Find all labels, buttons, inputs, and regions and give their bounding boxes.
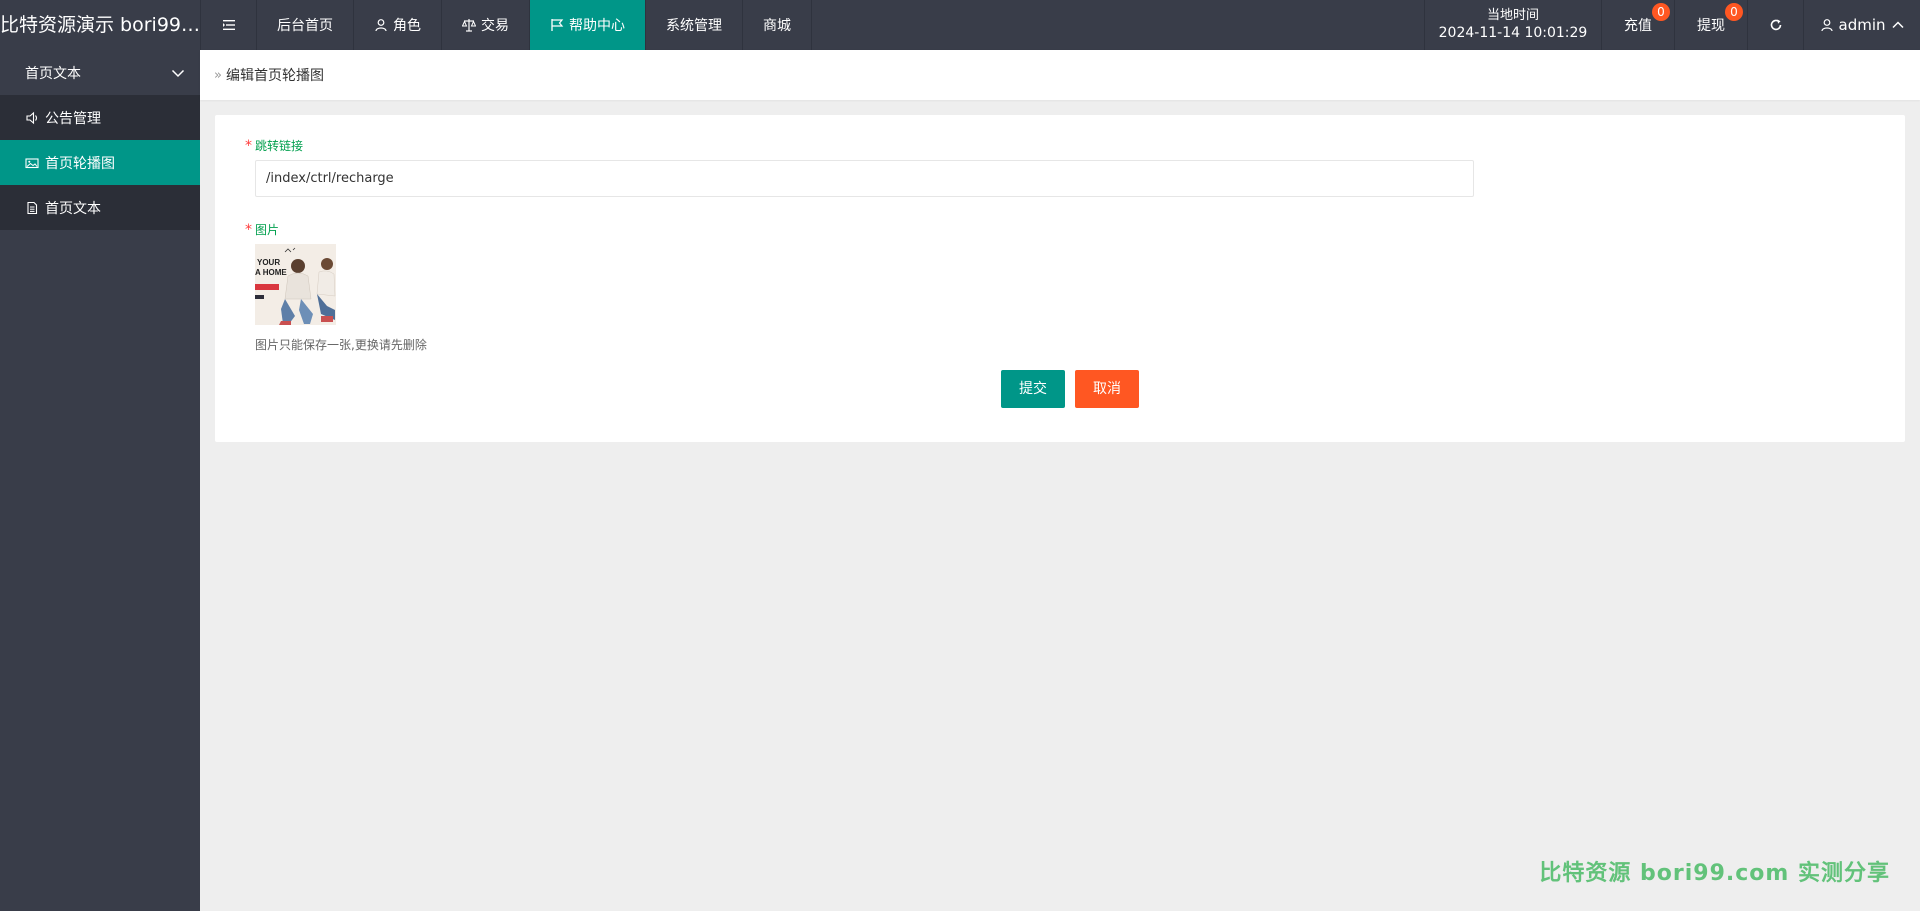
nav-label: 商城 <box>763 18 791 34</box>
sidebar-toggle-button[interactable] <box>201 0 257 50</box>
local-time-value: 2024-11-14 10:01:29 <box>1438 25 1588 42</box>
nav-item-dashboard[interactable]: 后台首页 <box>257 0 354 50</box>
carousel-image-preview <box>255 244 336 325</box>
redirect-link-input[interactable] <box>255 160 1474 197</box>
top-nav: 后台首页 角色 交易 帮助中心 系统管理 商城 <box>200 0 812 50</box>
link-field-label: * 跳转链接 <box>245 137 303 154</box>
sidebar-item-announcements[interactable]: 公告管理 <box>0 95 200 140</box>
local-time-label: 当地时间 <box>1486 7 1539 23</box>
nav-item-mall[interactable]: 商城 <box>743 0 812 50</box>
nav-label: 后台首页 <box>277 18 333 34</box>
breadcrumb: » 编辑首页轮播图 <box>200 50 1920 100</box>
flag-icon <box>551 19 564 31</box>
scale-icon <box>462 19 476 32</box>
user-icon <box>1820 19 1833 32</box>
link-label-text: 跳转链接 <box>255 139 304 153</box>
recharge-label: 充值 <box>1624 18 1652 34</box>
required-mark: * <box>245 138 252 154</box>
thumb-text-2: A HOME <box>255 268 287 277</box>
nav-label: 系统管理 <box>666 18 722 34</box>
user-name: admin <box>1838 16 1886 34</box>
carousel-image-thumbnail[interactable]: YOUR A HOME <box>255 244 336 325</box>
nav-label: 角色 <box>393 18 421 34</box>
app-logo-title[interactable]: 比特资源演示 bori99.c... <box>0 0 200 50</box>
sidebar-item-home-carousel[interactable]: 首页轮播图 <box>0 140 200 185</box>
edit-carousel-form: *跳转链接 *图片 YOUR A HOME 图片只能保存一张,更换请先删除 提交… <box>215 115 1905 442</box>
breadcrumb-separator: » <box>214 67 222 83</box>
menu-fold-icon <box>222 20 235 30</box>
nav-label: 帮助中心 <box>569 18 625 34</box>
refresh-button[interactable] <box>1748 0 1804 50</box>
withdraw-badge: 0 <box>1725 3 1743 21</box>
sidebar-item-label: 首页轮播图 <box>45 155 115 172</box>
nav-label: 交易 <box>481 18 509 34</box>
recharge-button[interactable]: 充值 0 <box>1602 0 1675 50</box>
cancel-button[interactable]: 取消 <box>1075 370 1139 408</box>
sidebar-item-home-text[interactable]: 首页文本 <box>0 185 200 230</box>
required-mark: * <box>245 222 252 238</box>
nav-item-role[interactable]: 角色 <box>354 0 442 50</box>
submit-button[interactable]: 提交 <box>1001 370 1065 408</box>
top-header: 比特资源演示 bori99.c... 后台首页 角色 交易 帮助中心 系统管理 … <box>0 0 1920 50</box>
document-icon <box>27 201 38 214</box>
sidebar-group-label: 首页文本 <box>25 65 81 82</box>
sidebar-item-label: 首页文本 <box>45 200 101 217</box>
speaker-icon <box>26 111 38 124</box>
image-field-label: * 图片 <box>245 221 279 238</box>
refresh-icon <box>1770 19 1781 31</box>
nav-item-system[interactable]: 系统管理 <box>646 0 743 50</box>
breadcrumb-current: 编辑首页轮播图 <box>225 68 324 84</box>
chevron-down-icon <box>171 69 185 77</box>
local-time: 当地时间 2024-11-14 10:01:29 <box>1424 0 1602 50</box>
nav-item-help-center[interactable]: 帮助中心 <box>530 0 646 50</box>
user-menu[interactable]: admin <box>1804 0 1920 50</box>
nav-item-trade[interactable]: 交易 <box>442 0 530 50</box>
image-hint: 图片只能保存一张,更换请先删除 <box>255 338 427 352</box>
chevron-up-icon <box>1891 21 1904 29</box>
withdraw-label: 提现 <box>1697 18 1725 34</box>
user-icon <box>375 19 387 32</box>
sidebar: 首页文本 公告管理 首页轮播图 首页文本 <box>0 50 200 911</box>
sidebar-item-label: 公告管理 <box>45 110 101 127</box>
image-label-text: 图片 <box>255 223 280 237</box>
header-right: 当地时间 2024-11-14 10:01:29 充值 0 提现 0 admin <box>1424 0 1920 50</box>
watermark: 比特资源 bori99.com 实测分享 <box>1539 861 1890 886</box>
image-icon <box>25 157 39 168</box>
thumb-text-1: YOUR <box>257 258 281 267</box>
sidebar-group-home-text[interactable]: 首页文本 <box>0 50 200 95</box>
recharge-badge: 0 <box>1652 3 1670 21</box>
withdraw-button[interactable]: 提现 0 <box>1675 0 1748 50</box>
